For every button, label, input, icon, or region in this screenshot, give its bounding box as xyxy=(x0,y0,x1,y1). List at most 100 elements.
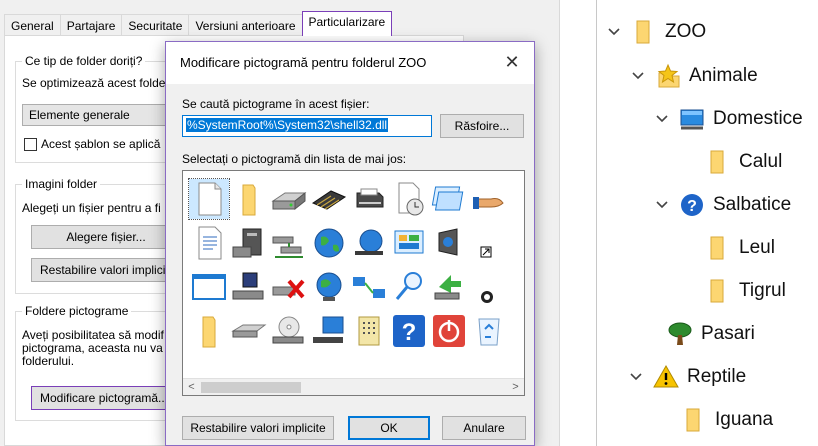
tree-item-pasari[interactable]: Pasari xyxy=(641,316,755,352)
folder-icons-description-line-1: Aveți posibilitatea să modif xyxy=(22,328,164,342)
folder-icons-description-line-3: folderului. xyxy=(22,354,75,368)
svg-text:?: ? xyxy=(402,319,417,346)
tree-item-label: Domestice xyxy=(713,108,803,129)
tree-item-iguana[interactable]: Iguana xyxy=(655,402,773,438)
shortcut-arrow-icon[interactable] xyxy=(469,223,509,263)
tree-item-reptile[interactable]: Reptile xyxy=(627,359,746,395)
scroll-thumb[interactable] xyxy=(201,382,301,393)
tab-general[interactable]: General xyxy=(4,14,61,36)
svg-text:?: ? xyxy=(687,198,697,215)
icon-list[interactable]: ? < > xyxy=(182,170,525,396)
tab-securitate[interactable]: Securitate xyxy=(121,14,190,36)
tree-item-label: ZOO xyxy=(665,21,707,42)
dialog-title: Modificare pictogramă pentru folderul ZO… xyxy=(180,55,427,70)
tree-icon xyxy=(667,321,693,347)
drive-error-icon[interactable] xyxy=(269,267,309,307)
icon-file-path-input[interactable]: %SystemRoot%\System32\shell32.dll xyxy=(182,115,432,137)
recycle-bin-icon[interactable] xyxy=(469,311,509,351)
folder-icon[interactable] xyxy=(189,311,229,351)
green-arrow-drive-icon[interactable] xyxy=(429,267,469,307)
folder-icon xyxy=(705,278,731,304)
power-icon[interactable] xyxy=(429,311,469,351)
help-icon[interactable]: ? xyxy=(389,311,429,351)
folder-images-description: Alegeți un fișier pentru a fi xyxy=(22,201,161,215)
browse-button[interactable]: Răsfoire... xyxy=(440,114,524,138)
floppy-drive-icon[interactable] xyxy=(229,267,269,307)
clock-small-icon[interactable] xyxy=(469,267,509,307)
tree-item-label: Iguana xyxy=(715,409,774,430)
star-icon xyxy=(655,63,681,89)
tree-item-tigrul[interactable]: Tigrul xyxy=(679,273,786,309)
folder-type-title: Ce tip de folder doriți? xyxy=(22,54,146,68)
tab-versiuni-anterioare[interactable]: Versiuni anterioare xyxy=(188,14,303,36)
optimize-text: Se optimizează acest folde xyxy=(22,76,166,90)
speaker-icon[interactable] xyxy=(429,223,469,263)
cancel-button[interactable]: Anulare xyxy=(442,416,526,440)
computer-drive-icon[interactable] xyxy=(229,223,269,263)
tab-particularizare[interactable]: Particularizare xyxy=(301,11,393,36)
restore-defaults-button[interactable]: Restabilire valori implicite xyxy=(182,416,334,440)
cd-drive-icon[interactable] xyxy=(269,311,309,351)
tree-item-label: Animale xyxy=(689,65,758,86)
tree-item-zoo[interactable]: ZOO xyxy=(605,14,706,50)
chevron-down-icon[interactable] xyxy=(653,110,671,128)
scroll-left-button[interactable]: < xyxy=(183,379,200,395)
network-globe-icon[interactable] xyxy=(309,267,349,307)
chevron-down-icon[interactable] xyxy=(629,67,647,85)
tree-item-calul[interactable]: Calul xyxy=(679,144,782,180)
window-stack-icon[interactable] xyxy=(429,179,469,219)
network-drives-icon[interactable] xyxy=(269,223,309,263)
properties-tabs: General Partajare Securitate Versiuni an… xyxy=(4,11,393,36)
hand-share-icon[interactable] xyxy=(469,179,509,219)
help-icon: ? xyxy=(679,192,705,218)
change-icon-dialog: Modificare pictogramă pentru folderul ZO… xyxy=(165,41,535,446)
tree-item-leul[interactable]: Leul xyxy=(679,230,775,266)
keypad-icon[interactable] xyxy=(349,311,389,351)
blank-document-icon[interactable] xyxy=(188,178,230,220)
close-icon[interactable]: ✕ xyxy=(500,51,524,75)
network-computers-icon[interactable] xyxy=(349,267,389,307)
chevron-down-icon[interactable] xyxy=(627,368,645,386)
tree-item-label: Reptile xyxy=(687,366,747,387)
network-globe-icon[interactable] xyxy=(349,223,389,263)
globe-icon[interactable] xyxy=(309,223,349,263)
ok-button[interactable]: OK xyxy=(348,416,430,440)
icon-file-path-value: %SystemRoot%\System32\shell32.dll xyxy=(186,118,389,132)
magnifier-icon[interactable] xyxy=(389,267,429,307)
chevron-down-icon[interactable] xyxy=(653,196,671,214)
blank-window-icon[interactable] xyxy=(189,267,229,307)
text-document-icon[interactable] xyxy=(189,223,229,263)
folder-images-title: Imagini folder xyxy=(22,177,101,191)
tree-item-label: Leul xyxy=(739,237,775,258)
disk-drive-icon[interactable] xyxy=(229,311,269,351)
folder-icon[interactable] xyxy=(229,179,269,219)
apply-template-checkbox[interactable] xyxy=(24,138,37,151)
folder-icons-title: Foldere pictograme xyxy=(22,304,132,318)
tree-item-domestice[interactable]: Domestice xyxy=(653,101,803,137)
warning-icon xyxy=(653,364,679,390)
tree-item-animale[interactable]: Animale xyxy=(629,58,758,94)
folder-icon xyxy=(705,149,731,175)
control-panel-icon[interactable] xyxy=(389,223,429,263)
document-clock-icon[interactable] xyxy=(389,179,429,219)
chevron-down-icon[interactable] xyxy=(605,23,623,41)
folder-tree: ZOO Animale Domestice Calul ? Salbatice … xyxy=(596,0,818,446)
memory-chip-icon[interactable] xyxy=(309,179,349,219)
monitor-icon[interactable] xyxy=(309,311,349,351)
tree-item-label: Salbatice xyxy=(713,194,792,215)
tree-item-label: Tigrul xyxy=(739,280,786,301)
search-file-label: Se caută pictograme în acest fișier: xyxy=(182,97,370,111)
tree-item-salbatice[interactable]: ? Salbatice xyxy=(653,187,791,223)
tab-partajare[interactable]: Partajare xyxy=(59,14,123,36)
hard-drive-icon[interactable] xyxy=(269,179,309,219)
apply-template-label: Acest șablon se aplică xyxy=(41,137,161,151)
scroll-right-button[interactable]: > xyxy=(507,379,524,395)
icon-list-label: Selectați o pictogramă din lista de mai … xyxy=(182,152,407,166)
printer-icon[interactable] xyxy=(349,179,389,219)
icon-list-scrollbar[interactable]: < > xyxy=(183,378,524,395)
choose-file-button[interactable]: Alegere fișier... xyxy=(31,225,181,249)
folder-icons-description-line-2: pictograma, aceasta nu va xyxy=(22,341,163,355)
